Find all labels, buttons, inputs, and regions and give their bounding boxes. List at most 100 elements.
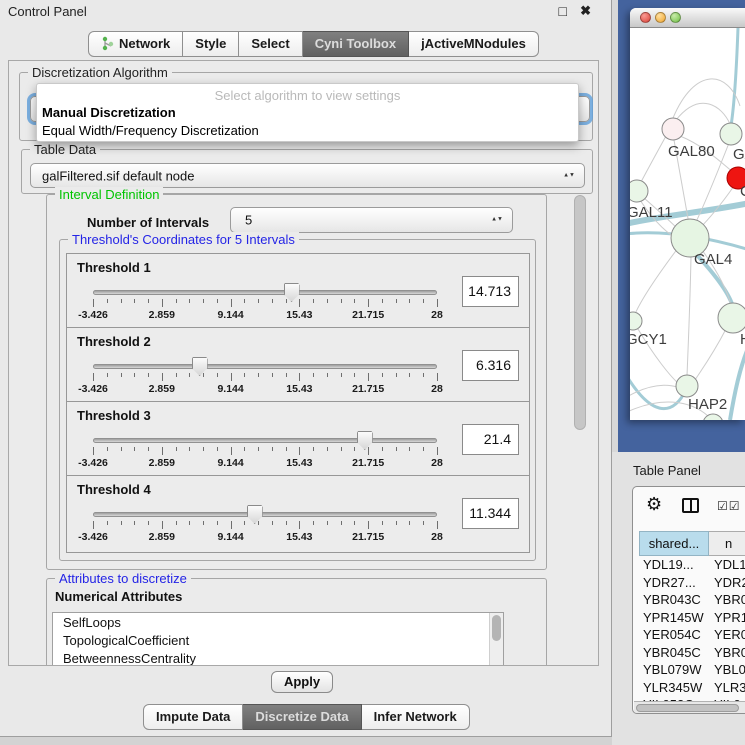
tab-style[interactable]: Style: [183, 31, 239, 57]
table-row[interactable]: YBR045CYBR0: [639, 645, 745, 663]
slider-track[interactable]: [93, 512, 437, 517]
column-header-name[interactable]: n: [709, 531, 745, 556]
node-label: GA: [733, 146, 745, 163]
node-hap2[interactable]: [676, 375, 698, 397]
threshold-2-label: Threshold 2: [77, 334, 151, 349]
table-row[interactable]: YBR043CYBR0: [639, 592, 745, 610]
close-traffic-light-icon[interactable]: [640, 12, 651, 23]
table-row[interactable]: YPR145WYPR1: [639, 610, 745, 628]
table-row[interactable]: YER054CYER0: [639, 627, 745, 645]
tab-jactivemnodules[interactable]: jActiveMNodules: [409, 31, 539, 57]
network-icon: [101, 36, 114, 51]
node-top-right[interactable]: [720, 123, 742, 145]
list-item[interactable]: SelfLoops: [53, 613, 503, 631]
thresholds-coordinates-label: Threshold's Coordinates for 5 Intervals: [68, 232, 299, 247]
threshold-list: Threshold 1 -3.4262.8599.14415.4321.7152…: [66, 253, 530, 553]
network-canvas[interactable]: GAL80 GA C GAL11 GAL4 GCY1 H HAP2: [630, 28, 745, 420]
node-label: GAL80: [668, 143, 715, 160]
apply-button[interactable]: Apply: [271, 671, 333, 693]
table-data-value: galFiltered.sif default node: [42, 168, 194, 183]
table-header-row: shared... n: [639, 531, 745, 556]
thresholds-coordinates-group: Threshold's Coordinates for 5 Intervals …: [59, 239, 536, 561]
scrollbar-thumb[interactable]: [574, 195, 586, 430]
table-row[interactable]: YDL19...YDL1: [639, 557, 745, 575]
threshold-1-value[interactable]: 14.713: [462, 276, 519, 307]
attributes-list-scrollbar[interactable]: [489, 613, 503, 666]
network-graph: GAL80 GA C GAL11 GAL4 GCY1 H HAP2: [630, 28, 745, 420]
columns-icon[interactable]: [682, 498, 699, 513]
slider-track[interactable]: [93, 438, 437, 443]
numerical-attributes-label: Numerical Attributes: [55, 589, 182, 604]
table-data-combobox[interactable]: galFiltered.sif default node ▲▼: [30, 163, 585, 188]
node-gcy1[interactable]: [630, 312, 642, 330]
network-nodes[interactable]: [630, 118, 745, 420]
network-view-window: GAL80 GA C GAL11 GAL4 GCY1 H HAP2: [630, 8, 745, 420]
threshold-1-row: Threshold 1 -3.4262.8599.14415.4321.7152…: [67, 254, 529, 328]
scrollbar-thumb[interactable]: [492, 615, 501, 641]
table-data-label: Table Data: [30, 142, 100, 157]
node-label: HAP2: [688, 396, 727, 413]
table-row[interactable]: YLR345WYLR3: [639, 680, 745, 698]
node-label: GAL11: [630, 204, 673, 221]
scrollbar-thumb[interactable]: [636, 704, 739, 712]
threshold-2-slider[interactable]: -3.4262.8599.14415.4321.71528: [93, 356, 437, 398]
threshold-4-row: Threshold 4 -3.4262.8599.14415.4321.7152…: [67, 476, 529, 550]
node-label: GCY1: [630, 331, 667, 348]
node-label: C: [740, 183, 745, 200]
minimize-traffic-light-icon[interactable]: [655, 12, 666, 23]
list-item[interactable]: TopologicalCoefficient: [53, 631, 503, 649]
node-gal80[interactable]: [662, 118, 684, 140]
slider-track[interactable]: [93, 290, 437, 295]
slider-ticks: [93, 521, 437, 530]
table-row[interactable]: YDR27...YDR2: [639, 575, 745, 593]
tab-impute-data[interactable]: Impute Data: [143, 704, 243, 730]
network-window-titlebar[interactable]: [630, 8, 745, 28]
threshold-4-value[interactable]: 11.344: [462, 498, 519, 529]
table-row[interactable]: YBL079WYBL0: [639, 662, 745, 680]
table-horizontal-scrollbar[interactable]: [634, 701, 745, 713]
threshold-3-slider[interactable]: -3.4262.8599.14415.4321.71528: [93, 430, 437, 472]
node-label: H: [740, 331, 745, 348]
threshold-3-label: Threshold 3: [77, 408, 151, 423]
table-panel-title: Table Panel: [633, 463, 701, 478]
settings-vertical-scrollbar[interactable]: [573, 187, 587, 657]
tab-network[interactable]: Network: [88, 31, 183, 57]
stepper-icon: ▲▼: [563, 173, 575, 178]
zoom-traffic-light-icon[interactable]: [670, 12, 681, 23]
checkbox-filter-icon[interactable]: ☑☑: [717, 499, 741, 513]
tab-infer-network[interactable]: Infer Network: [362, 704, 470, 730]
threshold-1-slider[interactable]: -3.4262.8599.14415.4321.71528: [93, 282, 437, 324]
table-panel-window: ⚙ ☑☑ shared... n YDL19...YDL1 YDR27...YD…: [632, 486, 745, 714]
threshold-2-value[interactable]: 6.316: [462, 350, 519, 381]
dropdown-hint: Select algorithm to view settings: [37, 88, 578, 103]
threshold-4-label: Threshold 4: [77, 482, 151, 497]
list-item[interactable]: BetweennessCentrality: [53, 649, 503, 666]
dropdown-option-manual[interactable]: Manual Discretization: [42, 105, 176, 120]
right-region: GAL80 GA C GAL11 GAL4 GCY1 H HAP2 Table …: [612, 0, 745, 745]
node-h[interactable]: [718, 303, 745, 333]
float-window-icon[interactable]: □: [559, 3, 567, 19]
threshold-3-row: Threshold 3 -3.4262.8599.14415.4321.7152…: [67, 402, 529, 476]
tab-discretize-data[interactable]: Discretize Data: [243, 704, 361, 730]
tab-select[interactable]: Select: [239, 31, 302, 57]
numerical-attributes-list[interactable]: SelfLoops TopologicalCoefficient Between…: [52, 612, 504, 666]
table-body: YDL19...YDL1 YDR27...YDR2 YBR043CYBR0 YP…: [639, 557, 745, 702]
threshold-4-slider[interactable]: -3.4262.8599.14415.4321.71528: [93, 504, 437, 546]
stepper-icon: ▲▼: [491, 218, 503, 223]
slider-tick-labels: -3.4262.8599.14415.4321.71528: [93, 383, 437, 395]
gear-icon[interactable]: ⚙: [646, 494, 662, 515]
tab-cyni-toolbox[interactable]: Cyni Toolbox: [303, 31, 409, 57]
slider-track[interactable]: [93, 364, 437, 369]
column-header-shared[interactable]: shared...: [639, 531, 709, 556]
threshold-3-value[interactable]: 21.4: [462, 424, 519, 455]
dropdown-option-equal-width[interactable]: Equal Width/Frequency Discretization: [42, 123, 259, 138]
bottom-tab-bar: Impute Data Discretize Data Infer Networ…: [143, 704, 470, 730]
slider-tick-labels: -3.4262.8599.14415.4321.71528: [93, 457, 437, 469]
close-icon[interactable]: ✖: [580, 3, 591, 19]
threshold-2-row: Threshold 2 -3.4262.8599.14415.4321.7152…: [67, 328, 529, 402]
node-gal11[interactable]: [630, 180, 648, 202]
slider-tick-labels: -3.4262.8599.14415.4321.71528: [93, 309, 437, 321]
number-of-intervals-combobox[interactable]: 5 ▲▼: [230, 207, 513, 233]
interval-definition-label: Interval Definition: [55, 187, 163, 202]
algorithm-dropdown-popup: Select algorithm to view settings Manual…: [36, 83, 579, 142]
